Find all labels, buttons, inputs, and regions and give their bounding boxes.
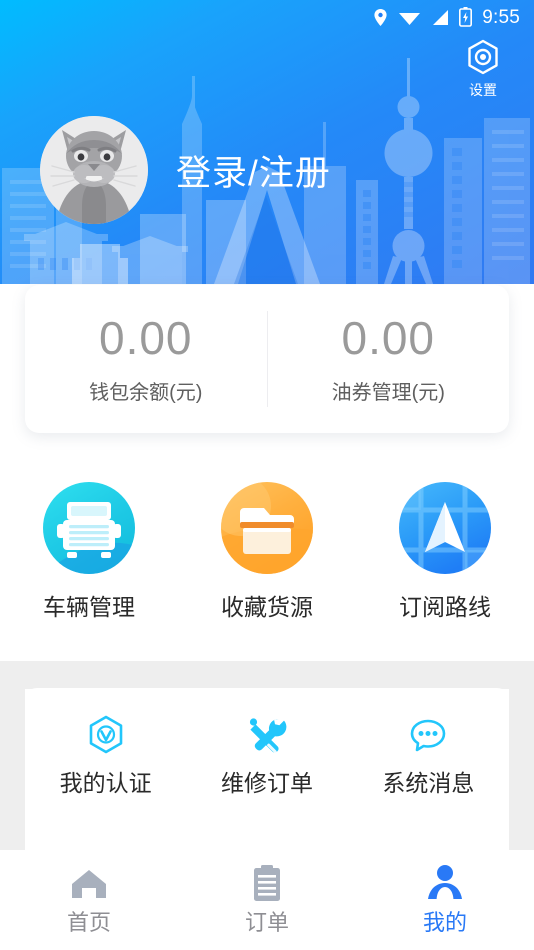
tab-label: 订单 <box>244 910 289 935</box>
shortcut-vehicle-management[interactable]: 车辆管理 <box>0 480 178 619</box>
cat-avatar-icon <box>40 116 148 224</box>
bottom-tab-bar: 首页 订单 我的 <box>0 850 534 950</box>
shortcut-label: 订阅路线 <box>399 594 491 620</box>
header-banner: 9:55 设置 登录/注册 <box>0 0 534 284</box>
gear-hexagon-icon <box>468 39 498 75</box>
shortcut-row: 车辆管理 收藏货源 订阅路线 <box>0 480 534 619</box>
feature-card: 我的认证 维修订单 系统消息 <box>25 688 509 851</box>
fuel-voucher-label: 油券管理(元) <box>331 382 445 404</box>
fuel-voucher-cell[interactable]: 0.00 油券管理(元) <box>268 285 510 433</box>
clipboard-icon <box>254 865 280 901</box>
login-register-label[interactable]: 登录/注册 <box>176 145 331 196</box>
status-bar: 9:55 <box>0 0 534 34</box>
tab-mine[interactable]: 我的 <box>356 850 534 950</box>
tab-label: 我的 <box>422 910 467 935</box>
wrench-screwdriver-icon <box>249 718 287 754</box>
settings-button[interactable]: 设置 <box>452 38 514 98</box>
wallet-card: 0.00 钱包余额(元) 0.00 油券管理(元) <box>25 285 509 433</box>
section-separator <box>0 661 534 689</box>
folder-icon <box>221 482 313 574</box>
section-gutter-right <box>509 661 534 851</box>
person-icon <box>428 865 462 899</box>
location-pin-icon <box>374 8 387 26</box>
feature-label: 系统消息 <box>382 770 475 796</box>
wallet-balance-label: 钱包余额(元) <box>89 382 203 404</box>
profile-block: 登录/注册 <box>40 116 331 224</box>
shortcut-subscribed-routes[interactable]: 订阅路线 <box>356 480 534 619</box>
shortcut-label: 车辆管理 <box>43 594 135 620</box>
wifi-icon <box>399 12 421 25</box>
chat-bubble-icon <box>411 719 446 752</box>
home-icon <box>72 870 106 898</box>
settings-label: 设置 <box>469 82 497 98</box>
wallet-balance-cell[interactable]: 0.00 钱包余额(元) <box>25 285 267 433</box>
battery-icon <box>459 7 473 27</box>
feature-my-certification[interactable]: 我的认证 <box>25 714 186 795</box>
shortcut-label: 收藏货源 <box>221 594 313 620</box>
feature-label: 我的认证 <box>59 770 152 796</box>
avatar[interactable] <box>40 116 148 224</box>
status-bar-clock: 9:55 <box>482 6 520 28</box>
navigation-arrow-icon <box>399 482 491 574</box>
section-gutter-left <box>0 661 25 851</box>
feature-row: 我的认证 维修订单 系统消息 <box>25 714 509 795</box>
tab-home[interactable]: 首页 <box>0 850 178 950</box>
fuel-voucher-value: 0.00 <box>341 312 436 364</box>
signal-icon <box>433 9 449 25</box>
tab-label: 首页 <box>66 910 111 935</box>
feature-repair-orders[interactable]: 维修订单 <box>186 714 347 795</box>
shortcut-saved-cargo[interactable]: 收藏货源 <box>178 480 356 619</box>
certification-hexagon-icon <box>89 715 122 754</box>
feature-label: 维修订单 <box>220 770 313 796</box>
feature-system-messages[interactable]: 系统消息 <box>348 714 509 795</box>
wallet-balance-value: 0.00 <box>98 312 193 364</box>
tab-orders[interactable]: 订单 <box>178 850 356 950</box>
truck-icon <box>43 482 135 574</box>
profile-screen: 9:55 设置 登录/注册 0.00 钱包余额(元) 0.00 油券管理(元) … <box>0 0 534 950</box>
